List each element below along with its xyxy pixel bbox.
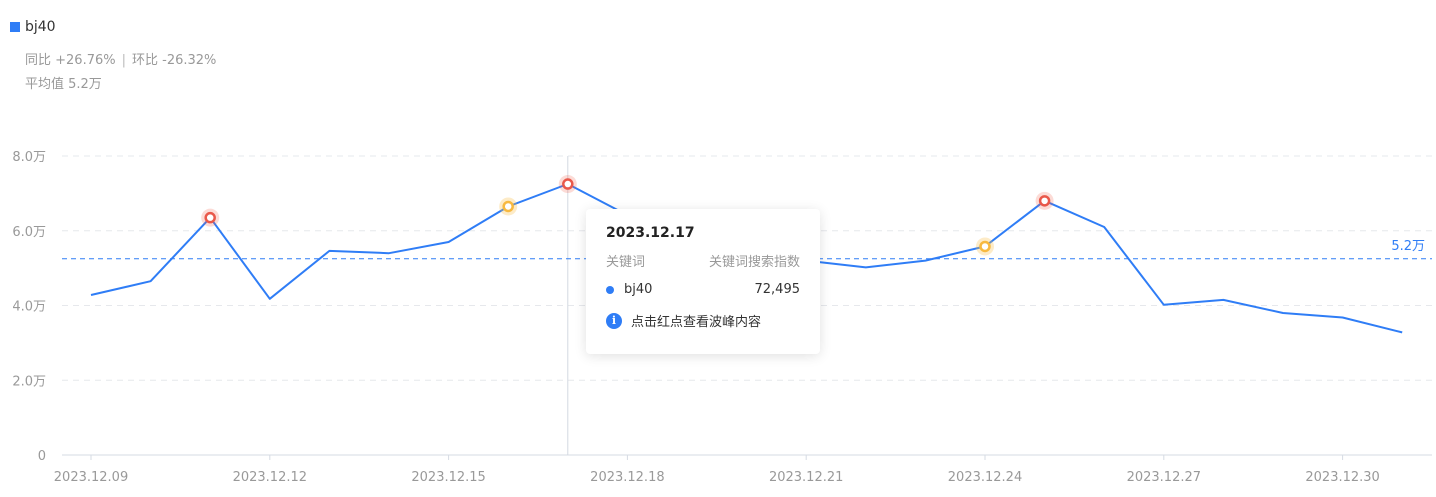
y-tick-label: 8.0万 [12,150,46,165]
y-tick-label: 2.0万 [12,374,46,389]
x-tick-label: 2023.12.12 [233,470,307,485]
peak-marker-dot [979,240,991,253]
tooltip-header: 关键词 关键词搜索指数 [606,251,800,270]
tooltip-date: 2023.12.17 [606,225,695,241]
series-dot-icon [606,285,614,294]
tooltip-keyword: bj40 [624,282,653,297]
peak-marker-red[interactable] [558,175,577,194]
info-icon: i [606,312,622,329]
tooltip-col-keyword: 关键词 [606,255,646,270]
tooltip-hint: i 点击红点查看波峰内容 [606,311,800,330]
chart-tooltip: 2023.12.17 关键词 关键词搜索指数 bj40 72,495 i 点击红… [586,209,820,354]
y-tick-label: 6.0万 [12,225,46,240]
peak-marker-yellow[interactable] [499,197,518,216]
x-tick-label: 2023.12.21 [769,470,843,485]
peak-marker-dot [562,178,574,190]
peak-marker-red[interactable] [1035,191,1054,210]
tooltip-keyword-cell: bj40 [606,282,652,297]
x-tick-label: 2023.12.27 [1127,470,1201,485]
x-tick-label: 2023.12.18 [590,470,664,485]
x-tick-label: 2023.12.15 [411,470,485,485]
x-tick-label: 2023.12.30 [1305,470,1379,485]
peak-marker-yellow[interactable] [976,237,994,256]
y-tick-label: 4.0万 [12,300,46,315]
x-tick-label: 2023.12.24 [948,470,1022,485]
peak-marker-red[interactable] [201,208,220,227]
peak-marker-dot [1038,195,1051,207]
tooltip-hint-text: 点击红点查看波峰内容 [631,315,762,330]
peak-marker-dot [502,200,514,213]
tooltip-value: 72,495 [754,282,801,297]
x-tick-label: 2023.12.09 [54,470,128,485]
tooltip-col-index: 关键词搜索指数 [708,255,800,270]
average-line-label: 5.2万 [1391,239,1425,254]
y-tick-label: 0 [38,449,46,464]
tooltip-row: bj40 72,495 [606,282,800,297]
peak-marker-dot [204,211,216,224]
